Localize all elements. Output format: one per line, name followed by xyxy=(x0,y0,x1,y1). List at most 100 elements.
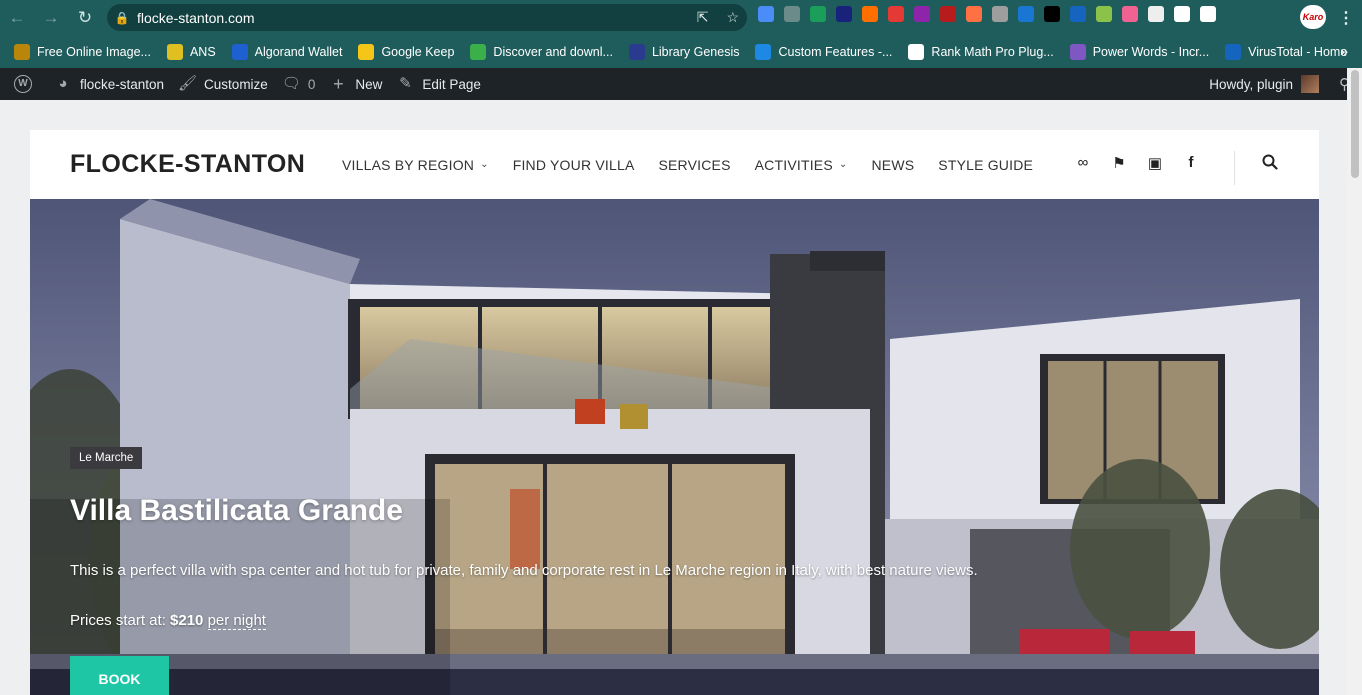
region-badge[interactable]: Le Marche xyxy=(70,447,143,469)
new-content-link[interactable]: + New xyxy=(329,75,382,93)
bookmark-item[interactable]: Discover and downl... xyxy=(470,43,613,60)
bookmark-favicon-icon xyxy=(166,43,183,60)
extension-13-icon[interactable] xyxy=(1096,6,1112,22)
extension-9-icon[interactable] xyxy=(992,6,1008,22)
chevron-down-icon: ⌄ xyxy=(480,159,489,170)
price-label: Prices start at: xyxy=(70,612,166,629)
extension-2-icon[interactable] xyxy=(810,6,826,22)
howdy-user-link[interactable]: Howdy, plugin xyxy=(1209,77,1293,92)
site-header: FLOCKE-STANTON VILLAS BY REGION ⌄ FIND YOU… xyxy=(30,130,1319,199)
paintbrush-icon: 🖌 xyxy=(178,75,198,92)
price-unit: per night xyxy=(207,612,266,630)
extension-14-icon[interactable] xyxy=(1122,6,1138,22)
lock-icon[interactable]: 🔒 xyxy=(107,11,137,25)
bookmark-item[interactable]: Power Words - Incr... xyxy=(1069,43,1210,60)
menu-kebab-icon[interactable]: ⋮ xyxy=(1336,8,1356,28)
extension-4-icon[interactable] xyxy=(862,6,878,22)
edit-page-label: Edit Page xyxy=(422,76,481,92)
social-links: ∞ ⚑ ▣ f xyxy=(1075,154,1199,172)
extension-1-icon[interactable] xyxy=(784,6,800,22)
bookmark-favicon-icon xyxy=(1225,43,1242,60)
bookmark-label: Google Keep xyxy=(381,44,455,59)
comments-link[interactable]: 🗨 0 xyxy=(282,75,316,93)
bookmark-label: Library Genesis xyxy=(651,44,740,59)
extension-3-icon[interactable] xyxy=(836,6,852,22)
extension-16-icon[interactable] xyxy=(1174,6,1190,22)
bookmark-item[interactable]: Algorand Wallet xyxy=(231,43,343,60)
bookmark-item[interactable]: Free Online Image... xyxy=(14,43,151,60)
bookmark-item[interactable]: VirusTotal - Home xyxy=(1225,43,1348,60)
extension-0-icon[interactable] xyxy=(758,6,774,22)
bookmark-label: ANS xyxy=(189,44,216,59)
extension-10-icon[interactable] xyxy=(1018,6,1034,22)
foursquare-icon[interactable]: ⚑ xyxy=(1111,154,1127,172)
url-text[interactable]: flocke-stanton.com xyxy=(137,10,255,26)
extension-7-icon[interactable] xyxy=(940,6,956,22)
edit-page-link[interactable]: ✎ Edit Page xyxy=(396,75,481,93)
bookmark-label: VirusTotal - Home xyxy=(1248,44,1348,59)
wordpress-icon: W xyxy=(14,75,32,93)
nav-item-label: ACTIVITIES xyxy=(754,156,833,173)
bookmark-item[interactable]: Rank Math Pro Plug... xyxy=(908,43,1054,60)
bookmark-item[interactable]: ANS xyxy=(166,43,216,60)
tripadvisor-icon[interactable]: ∞ xyxy=(1075,154,1091,172)
dashboard-icon: ◕ xyxy=(58,75,68,92)
more-bookmarks-icon[interactable]: » xyxy=(1340,43,1348,59)
scrollbar-thumb[interactable] xyxy=(1351,70,1359,178)
nav-item-label: STYLE GUIDE xyxy=(938,156,1034,173)
customize-label: Customize xyxy=(204,76,268,92)
nav-item-style-guide[interactable]: STYLE GUIDE xyxy=(938,157,1033,173)
extension-11-icon[interactable] xyxy=(1044,6,1060,22)
instagram-icon[interactable]: ▣ xyxy=(1147,154,1163,172)
bookmark-label: Custom Features -... xyxy=(778,44,893,59)
bookmark-label: Power Words - Incr... xyxy=(1092,44,1210,59)
pencil-icon: ✎ xyxy=(399,75,412,92)
chevron-down-icon: ⌄ xyxy=(838,159,848,170)
profile-avatar[interactable]: Karo xyxy=(1300,5,1326,29)
user-avatar[interactable] xyxy=(1301,75,1319,93)
extension-15-icon[interactable] xyxy=(1148,6,1164,22)
nav-item-services[interactable]: SERVICES xyxy=(658,157,730,173)
extension-17-icon[interactable] xyxy=(1200,6,1216,22)
header-search-icon[interactable] xyxy=(1262,154,1278,175)
bookmark-label: Algorand Wallet xyxy=(254,44,343,59)
nav-item-villas-by-region[interactable]: VILLAS BY REGION ⌄ xyxy=(342,157,489,173)
forward-arrow-icon[interactable]: → xyxy=(34,0,68,35)
nav-item-find-your-villa[interactable]: FIND YOUR VILLA xyxy=(513,157,635,173)
site-name-link[interactable]: ◕ flocke-stanton xyxy=(54,75,164,93)
wordpress-logo-button[interactable]: W xyxy=(14,75,40,93)
extension-12-icon[interactable] xyxy=(1070,6,1086,22)
reload-icon[interactable]: ↻ xyxy=(68,0,102,35)
bookmark-label: Discover and downl... xyxy=(493,44,613,59)
extensions-row xyxy=(758,6,1216,22)
extension-6-icon[interactable] xyxy=(914,6,930,22)
bookmark-item[interactable]: Google Keep xyxy=(358,43,455,60)
bookmark-favicon-icon xyxy=(358,43,375,60)
bookmark-star-icon[interactable]: ☆ xyxy=(726,9,739,26)
villa-description: This is a perfect villa with spa center … xyxy=(70,562,978,579)
plus-icon: + xyxy=(333,74,344,94)
hero-section: Le Marche Villa Bastilicata Grande This … xyxy=(30,199,1319,695)
bookmark-favicon-icon xyxy=(14,43,30,60)
share-icon[interactable]: ⇱ xyxy=(697,9,709,26)
bookmark-favicon-icon xyxy=(470,43,487,60)
bookmark-favicon-icon xyxy=(908,43,925,60)
extension-5-icon[interactable] xyxy=(888,6,904,22)
page-scrollbar[interactable] xyxy=(1347,68,1362,695)
book-button[interactable]: BOOK xyxy=(70,656,169,695)
nav-item-label: NEWS xyxy=(871,156,915,173)
price-value: $210 xyxy=(170,612,204,629)
nav-item-activities[interactable]: ACTIVITIES ⌄ xyxy=(755,157,848,173)
villa-title[interactable]: Villa Bastilicata Grande xyxy=(70,494,403,528)
villa-price: Prices start at: $210 per night xyxy=(70,612,266,630)
address-bar[interactable]: 🔒 flocke-stanton.com ⇱ ☆ xyxy=(107,4,747,31)
nav-item-news[interactable]: NEWS xyxy=(871,157,914,173)
bookmark-item[interactable]: Custom Features -... xyxy=(755,43,893,60)
extension-8-icon[interactable] xyxy=(966,6,982,22)
back-arrow-icon[interactable]: ← xyxy=(0,0,34,35)
facebook-icon[interactable]: f xyxy=(1183,154,1199,172)
bookmark-item[interactable]: Library Genesis xyxy=(628,43,740,60)
browser-toolbar: ← → ↻ 🔒 flocke-stanton.com ⇱ ☆ Karo ⋮ xyxy=(0,0,1362,35)
site-logo[interactable]: FLOCKE-STANTON xyxy=(70,150,305,179)
customize-link[interactable]: 🖌 Customize xyxy=(178,75,268,93)
